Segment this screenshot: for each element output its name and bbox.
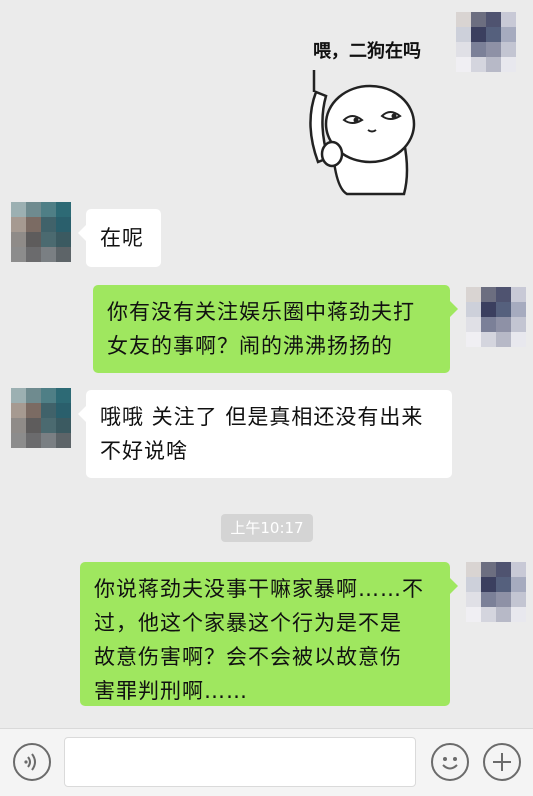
- message-bubble-incoming[interactable]: 在呢: [78, 209, 161, 267]
- message-line: 女友的事啊？闹的沸沸扬扬的: [107, 334, 393, 358]
- message-input[interactable]: [64, 737, 416, 787]
- message-line: 故意伤害啊？会不会被以故意伤: [94, 645, 402, 669]
- message-timestamp: 上午10:17: [221, 514, 313, 542]
- plus-icon[interactable]: [483, 743, 521, 781]
- avatar-self[interactable]: [466, 287, 526, 347]
- chat-input-bar: [0, 728, 533, 796]
- message-line: 哦哦 关注了 但是真相还没有出来: [100, 405, 424, 429]
- message-line: 过，他这个家暴这个行为是不是: [94, 611, 402, 635]
- message-line: 不好说啥: [100, 439, 188, 463]
- avatar-self[interactable]: [466, 562, 526, 622]
- phone-sticker-image: [309, 70, 416, 196]
- sticker-message[interactable]: 喂，二狗在吗: [292, 12, 442, 197]
- message-line: 你说蒋劲夫没事干嘛家暴啊……不: [94, 577, 424, 601]
- emoji-icon[interactable]: [431, 743, 469, 781]
- message-bubble-outgoing[interactable]: 你说蒋劲夫没事干嘛家暴啊……不 过，他这个家暴这个行为是不是 故意伤害啊？会不会…: [80, 562, 458, 706]
- message-bubble-outgoing[interactable]: 你有没有关注娱乐圈中蒋劲夫打 女友的事啊？闹的沸沸扬扬的: [93, 285, 458, 373]
- message-bubble-incoming[interactable]: 哦哦 关注了 但是真相还没有出来 不好说啥: [78, 390, 452, 478]
- message-line: 你有没有关注娱乐圈中蒋劲夫打: [107, 300, 415, 324]
- message-line: 害罪判刑啊……: [94, 679, 248, 703]
- avatar-self[interactable]: [456, 12, 516, 72]
- avatar-contact[interactable]: [11, 388, 71, 448]
- message-text: 在呢: [100, 226, 144, 250]
- voice-icon[interactable]: [13, 743, 51, 781]
- avatar-contact[interactable]: [11, 202, 71, 262]
- chat-area: 喂，二狗在吗 在呢 你有没有关注娱乐圈中蒋劲夫打 女友的事啊？闹的沸沸扬扬的 哦…: [0, 0, 533, 728]
